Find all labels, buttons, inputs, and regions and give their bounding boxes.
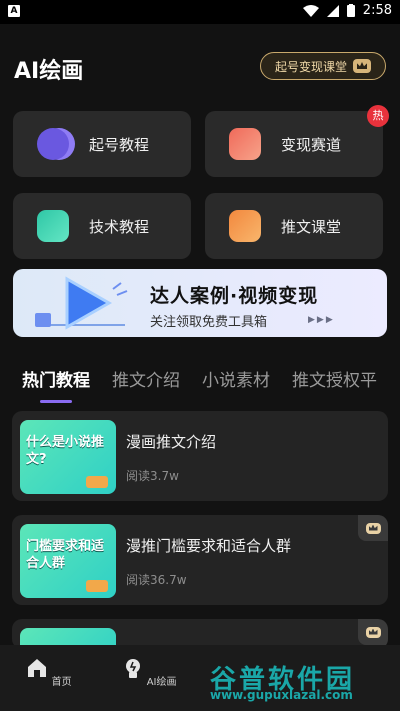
book-icon bbox=[86, 476, 108, 488]
promo-banner[interactable]: 达人案例·视频变现 关注领取免费工具箱 ▶▶▶ bbox=[13, 269, 387, 337]
play-illustration bbox=[35, 276, 128, 330]
thumbnail-text: 门槛要求和适合人群 bbox=[26, 539, 105, 571]
crown-icon bbox=[365, 522, 381, 534]
item-title: 漫画推文介绍 bbox=[126, 433, 217, 451]
hot-badge: 热 bbox=[367, 105, 389, 127]
item-reads: 阅读3.7w bbox=[126, 469, 179, 483]
book-icon bbox=[86, 580, 108, 592]
bottom-nav: 首页 AI绘画 谷普软件园 www.gupuxlazal.com bbox=[0, 645, 400, 711]
crown-icon bbox=[365, 626, 381, 638]
app-notification-icon: A bbox=[8, 5, 20, 17]
vip-badge bbox=[358, 619, 388, 645]
course-button-label: 起号变现课堂 bbox=[274, 59, 347, 74]
page-title: AI绘画 bbox=[14, 59, 84, 84]
tab-novel-materials[interactable]: 小说素材 bbox=[202, 366, 270, 391]
tab-authorization[interactable]: 推文授权平 bbox=[292, 366, 377, 391]
check-card-icon bbox=[37, 210, 69, 242]
item-reads: 阅读36.7w bbox=[126, 573, 187, 587]
star-bookmark-icon bbox=[229, 210, 261, 242]
card-label: 起号教程 bbox=[89, 135, 150, 154]
thumbnail-text: 什么是小说推文? bbox=[26, 435, 105, 467]
card-tech-tutorial[interactable]: 技术教程 bbox=[13, 193, 191, 259]
vip-badge bbox=[358, 515, 388, 541]
nav-ai-draw[interactable]: AI绘画 bbox=[119, 657, 179, 688]
chart-card-icon bbox=[229, 128, 261, 160]
card-startup-tutorial[interactable]: 起号教程 bbox=[13, 111, 191, 177]
item-title: 漫推门槛要求和适合人群 bbox=[126, 537, 292, 555]
crown-icon bbox=[353, 59, 371, 73]
wifi-icon bbox=[302, 4, 319, 17]
arrows-icon: ▶▶▶ bbox=[308, 315, 335, 325]
card-label: 推文课堂 bbox=[281, 217, 342, 236]
watermark: 谷普软件园 www.gupuxlazal.com bbox=[202, 655, 394, 703]
item-thumbnail: 门槛要求和适合人群 bbox=[20, 524, 116, 598]
card-label: 技术教程 bbox=[89, 217, 150, 236]
toggle-icon bbox=[37, 128, 69, 160]
feature-grid: 起号教程 变现赛道 热 技术教程 推文课堂 bbox=[13, 105, 389, 259]
signal-icon bbox=[326, 4, 339, 17]
bulb-icon bbox=[125, 659, 140, 678]
card-label: 变现赛道 bbox=[281, 135, 342, 154]
card-promo-classroom[interactable]: 推文课堂 bbox=[205, 193, 383, 259]
banner-title: 达人案例·视频变现 bbox=[150, 285, 319, 307]
nav-label: AI绘画 bbox=[146, 677, 177, 688]
list-item[interactable]: 什么是小说推文? 漫画推文介绍 阅读3.7w bbox=[12, 411, 388, 501]
course-button[interactable]: 起号变现课堂 bbox=[260, 52, 386, 80]
banner-subtitle: 关注领取免费工具箱 bbox=[150, 315, 268, 330]
nav-label: 首页 bbox=[51, 677, 72, 688]
list-item[interactable]: 门槛要求和适合人群 漫推门槛要求和适合人群 阅读36.7w bbox=[12, 515, 388, 605]
status-bar: A 2:58 bbox=[0, 0, 400, 24]
item-thumbnail: 什么是小说推文? bbox=[20, 420, 116, 494]
watermark-url: www.gupuxlazal.com bbox=[210, 688, 353, 702]
tab-promo-intro[interactable]: 推文介绍 bbox=[112, 366, 180, 391]
battery-icon bbox=[346, 4, 355, 17]
system-tray: 2:58 bbox=[302, 3, 392, 18]
clock: 2:58 bbox=[362, 3, 392, 18]
card-monetize-track[interactable]: 变现赛道 热 bbox=[205, 105, 389, 177]
nav-home[interactable]: 首页 bbox=[19, 657, 79, 688]
home-icon bbox=[28, 659, 47, 677]
category-tabs: 热门教程 推文介绍 小说素材 推文授权平 bbox=[22, 366, 377, 403]
tab-hot-tutorials[interactable]: 热门教程 bbox=[22, 366, 90, 403]
